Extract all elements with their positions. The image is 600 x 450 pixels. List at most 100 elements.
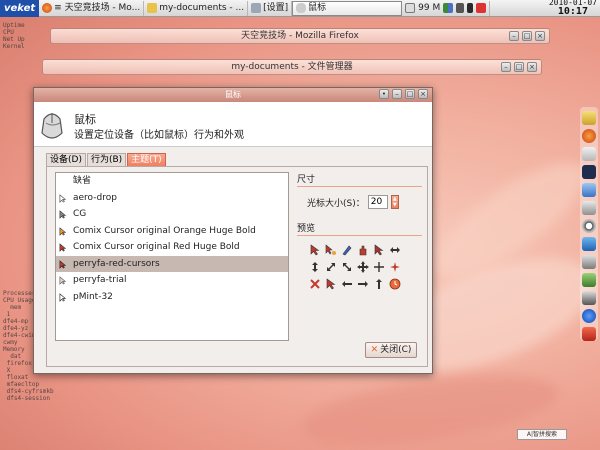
window-firefox-shaded[interactable]: 天空竞技场 - Mozilla Firefox – □ × xyxy=(50,28,550,44)
folder-icon xyxy=(147,3,158,13)
tab-behavior[interactable]: 行为(B) xyxy=(86,153,127,167)
dock-home-icon[interactable] xyxy=(582,111,596,125)
dock-firefox-icon[interactable] xyxy=(582,129,596,143)
preview-busy-arrow-icon xyxy=(325,244,336,255)
dock-terminal-icon[interactable] xyxy=(582,165,596,179)
top-panel: veket ≡ 天空竞技场 - Mo... my-documents - ...… xyxy=(0,0,600,17)
dock-monitor-icon[interactable] xyxy=(582,201,596,215)
cursor-arrow-icon xyxy=(59,243,67,252)
spin-down-icon[interactable]: ▼ xyxy=(392,202,398,208)
preview-arrow-left-icon xyxy=(342,281,352,287)
window-title: 天空竞技场 - Mozilla Firefox xyxy=(241,31,359,41)
preview-section-title: 预览 xyxy=(297,221,422,236)
menu-button[interactable]: • xyxy=(379,89,389,99)
dock-photo-icon[interactable] xyxy=(582,273,596,287)
mouse-preferences-dialog: 鼠标 • – □ × 鼠标 设置定位设备（比如鼠标）行为和外观 设备(D) 行为… xyxy=(33,87,433,374)
tab-bar: 设备(D) 行为(B) 主题(T) xyxy=(46,153,167,167)
dock-search-icon[interactable] xyxy=(582,219,596,233)
dialog-titlebar[interactable]: 鼠标 • – □ × xyxy=(34,88,432,102)
clock-time: 10:17 xyxy=(557,6,588,17)
taskbar-item-firefox[interactable]: ≡ 天空竞技场 - Mo... xyxy=(39,0,145,16)
preview-move-icon xyxy=(357,261,369,273)
list-item[interactable]: CG xyxy=(56,206,288,223)
taskbar-item-filemanager[interactable]: my-documents - ... xyxy=(144,0,249,16)
preview-link-icon xyxy=(374,244,384,256)
list-item[interactable]: Comix Cursor original Red Huge Bold xyxy=(56,239,288,256)
mouse-icon xyxy=(41,113,63,139)
tab-theme[interactable]: 主题(T) xyxy=(127,153,166,167)
close-button[interactable]: × xyxy=(527,62,537,72)
dialog-header: 鼠标 设置定位设备（比如鼠标）行为和外观 xyxy=(34,102,432,147)
dialog-title: 鼠标 xyxy=(225,90,241,99)
preview-arrow-icon xyxy=(310,244,320,256)
preview-arrow-up-icon xyxy=(376,279,382,289)
dock-network-icon[interactable] xyxy=(582,255,596,269)
settings-icon xyxy=(251,3,262,13)
taskbar-item-label: my-documents - ... xyxy=(159,2,245,13)
preview-cross-icon xyxy=(390,262,400,272)
minimize-button[interactable]: – xyxy=(501,62,511,72)
minimize-button[interactable]: – xyxy=(392,89,402,99)
dock-power-icon[interactable] xyxy=(582,309,596,323)
taskbar-item-mouse[interactable]: 鼠标 xyxy=(292,0,403,16)
close-button[interactable]: × xyxy=(535,31,545,41)
maximize-button[interactable]: □ xyxy=(522,31,532,41)
preview-resize-vertical-icon xyxy=(312,262,318,272)
close-icon: ✕ xyxy=(370,345,379,355)
close-button[interactable]: × xyxy=(418,89,428,99)
window-filemanager-shaded[interactable]: my-documents - 文件管理器 – □ × xyxy=(42,59,542,75)
list-item[interactable]: 缺省 xyxy=(56,173,288,190)
dialog-heading: 鼠标 xyxy=(74,113,96,126)
theme-tab-panel: 缺省 aero-drop CG Comix Cursor original Or… xyxy=(46,166,428,367)
maximize-button[interactable]: □ xyxy=(405,89,415,99)
close-dialog-button[interactable]: ✕ 关闭(C) xyxy=(365,342,417,358)
list-item[interactable]: aero-drop xyxy=(56,190,288,207)
cursor-arrow-icon xyxy=(59,276,67,285)
clock[interactable]: 2010-01-07 10:17 xyxy=(546,0,600,17)
tray-flag-icon[interactable] xyxy=(476,3,487,13)
input-method-indicator[interactable]: A|智拼搜索 xyxy=(517,429,567,440)
cursor-size-label: 光标大小(S)： xyxy=(307,198,365,209)
cpu-value: 99 M xyxy=(418,2,441,13)
maximize-button[interactable]: □ xyxy=(514,62,524,72)
preview-busy-icon xyxy=(389,278,401,290)
preview-resize-horizontal-icon xyxy=(390,247,400,253)
dock-editor-icon[interactable] xyxy=(582,147,596,161)
theme-options-pane: 尺寸 光标大小(S)： ▲ ▼ 预览 xyxy=(297,172,422,292)
cpu-icon xyxy=(405,3,416,13)
dialog-subtitle: 设置定位设备（比如鼠标）行为和外观 xyxy=(74,130,244,141)
cursor-arrow-icon xyxy=(59,210,67,219)
volume-icon[interactable] xyxy=(456,3,465,13)
list-item[interactable]: Comix Cursor original Orange Huge Bold xyxy=(56,223,288,240)
cursor-preview-grid xyxy=(309,244,422,292)
tab-device[interactable]: 设备(D) xyxy=(46,153,86,167)
cursor-theme-list[interactable]: 缺省 aero-drop CG Comix Cursor original Or… xyxy=(55,172,289,341)
cursor-size-row: 光标大小(S)： ▲ ▼ xyxy=(307,195,422,209)
minimize-button[interactable]: – xyxy=(509,31,519,41)
cursor-arrow-icon xyxy=(59,259,67,269)
taskbar-item-label: 鼠标 xyxy=(308,2,327,13)
list-item-selected[interactable]: perryfa-red-cursors xyxy=(56,255,288,272)
dock-exit-icon[interactable] xyxy=(582,327,596,341)
cursor-size-spinner[interactable]: ▲ ▼ xyxy=(390,195,399,209)
window-title: my-documents - 文件管理器 xyxy=(231,62,353,72)
preview-no-icon xyxy=(310,279,320,289)
dock-trash-icon[interactable] xyxy=(582,291,596,305)
list-item[interactable]: perryfa-trial xyxy=(56,272,288,289)
list-item[interactable]: pMint-32 xyxy=(56,289,288,306)
dock-chat-icon[interactable] xyxy=(582,237,596,251)
close-button-label: 关闭(C) xyxy=(380,345,412,355)
preview-resize-diagonal-icon xyxy=(327,263,335,271)
veket-logo[interactable]: veket xyxy=(0,0,40,17)
dock-settings-icon[interactable] xyxy=(582,183,596,197)
preview-arrow-right-icon xyxy=(358,281,368,287)
firefox-icon xyxy=(42,3,53,13)
taskbar-item-settings[interactable]: [设置] xyxy=(248,0,293,16)
cpu-monitor: 99 M xyxy=(402,0,491,16)
preview-crosshair-icon xyxy=(374,262,384,272)
cursor-arrow-icon xyxy=(59,193,67,203)
size-section-title: 尺寸 xyxy=(297,172,422,187)
cursor-size-input[interactable] xyxy=(367,195,388,209)
cursor-arrow-icon xyxy=(59,292,67,302)
conky-monitor: Uptime CPU Net Up Kernel xyxy=(3,22,25,50)
